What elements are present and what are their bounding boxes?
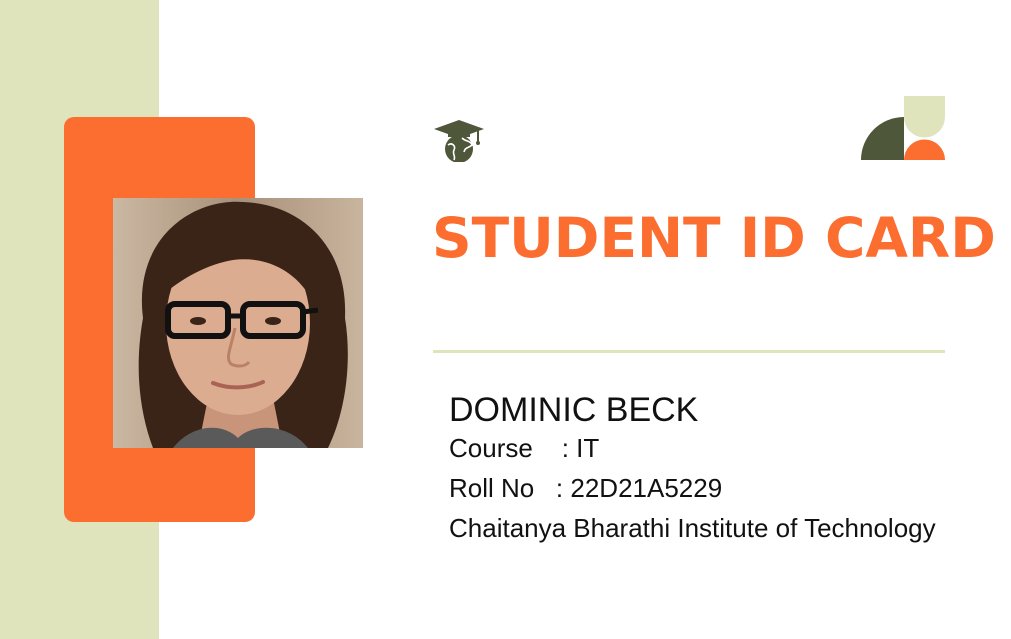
course-line: Course : IT	[449, 433, 600, 463]
graduation-cap-globe-icon	[432, 118, 486, 163]
geometric-shapes-decoration	[860, 95, 946, 161]
divider	[433, 350, 945, 353]
roll-number-line: Roll No : 22D21A5229	[449, 473, 723, 503]
student-photo	[113, 198, 363, 448]
card-title: STUDENT ID CARD	[432, 206, 996, 270]
institution-name: Chaitanya Bharathi Institute of Technolo…	[449, 513, 936, 543]
student-name: DOMINIC BECK	[449, 391, 699, 429]
